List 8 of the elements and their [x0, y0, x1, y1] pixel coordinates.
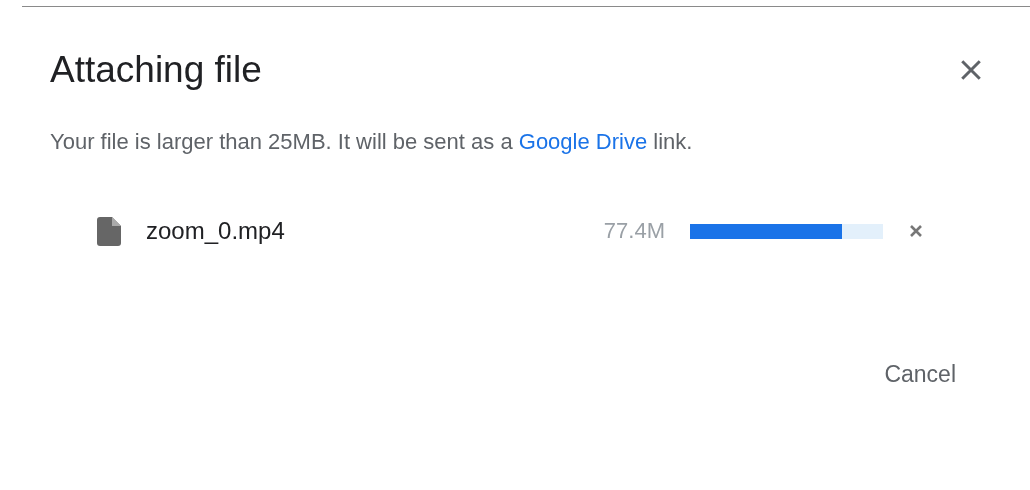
- file-size: 77.4M: [602, 218, 665, 244]
- file-icon: [97, 216, 121, 246]
- info-message: Your file is larger than 25MB. It will be sent as a Google Drive link.: [50, 129, 694, 155]
- file-name: zoom_0.mp4: [146, 217, 286, 245]
- cancel-button[interactable]: Cancel: [884, 355, 956, 394]
- remove-icon[interactable]: [908, 223, 924, 239]
- dialog-title: Attaching file: [50, 49, 262, 91]
- drive-link[interactable]: Google Drive: [518, 129, 648, 154]
